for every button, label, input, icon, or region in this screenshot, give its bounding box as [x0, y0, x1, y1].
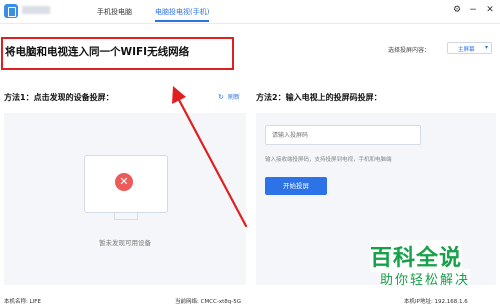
close-icon[interactable]: ✕ — [485, 5, 495, 15]
tv-stand-illustration — [114, 213, 138, 220]
app-logo-icon — [4, 4, 18, 18]
current-network-text: 当前网络: CMCC-xt8q-5G — [175, 299, 242, 305]
refresh-button[interactable]: ↻ 刷新 — [218, 92, 240, 101]
chevron-down-icon: ▾ — [484, 44, 488, 51]
app-name-blurred — [22, 6, 50, 14]
tab-pc-to-tv[interactable]: 电脑投电视(手机) — [155, 7, 210, 22]
projection-code-hint: 输入接收端投屏码，支持投屏到电视，手机和电脑端 — [265, 157, 392, 163]
watermark-subtitle: 助你轻松解决 — [380, 269, 471, 288]
watermark-title: 百科全说 — [370, 240, 463, 272]
method2-title: 方法2：输入电视上的投屏码投屏： — [256, 93, 382, 102]
watermark: 百科全说 助你轻松解决 — [370, 236, 500, 306]
method1-title: 方法1：点击发现的设备投屏： — [4, 93, 114, 102]
refresh-icon: ↻ — [218, 93, 224, 101]
minimize-icon[interactable]: − — [468, 5, 478, 15]
active-tab-indicator — [155, 20, 210, 22]
projection-content-value: 主屏幕 — [458, 47, 475, 53]
projection-content-label: 选择投屏内容： — [388, 47, 431, 54]
machine-name-text: 本机名称: LIFE — [4, 299, 41, 305]
projection-code-input[interactable] — [265, 125, 421, 145]
title-bar: 手机投电脑 电脑投电视(手机) ⚙ − ✕ — [0, 0, 500, 24]
tab-phone-to-pc[interactable]: 手机投电脑 — [97, 7, 132, 17]
error-x-icon: ✕ — [115, 173, 133, 191]
settings-gear-icon[interactable]: ⚙ — [452, 5, 462, 15]
tab-pc-to-tv-label: 电脑投电视(手机) — [155, 8, 210, 16]
start-projection-button[interactable]: 开始投屏 — [265, 177, 327, 195]
projection-content-select[interactable]: 主屏幕 ▾ — [447, 42, 492, 54]
refresh-label: 刷新 — [227, 94, 240, 101]
annotation-highlight-box — [1, 37, 234, 70]
no-device-message: 暂未发现可用设备 — [99, 239, 151, 247]
